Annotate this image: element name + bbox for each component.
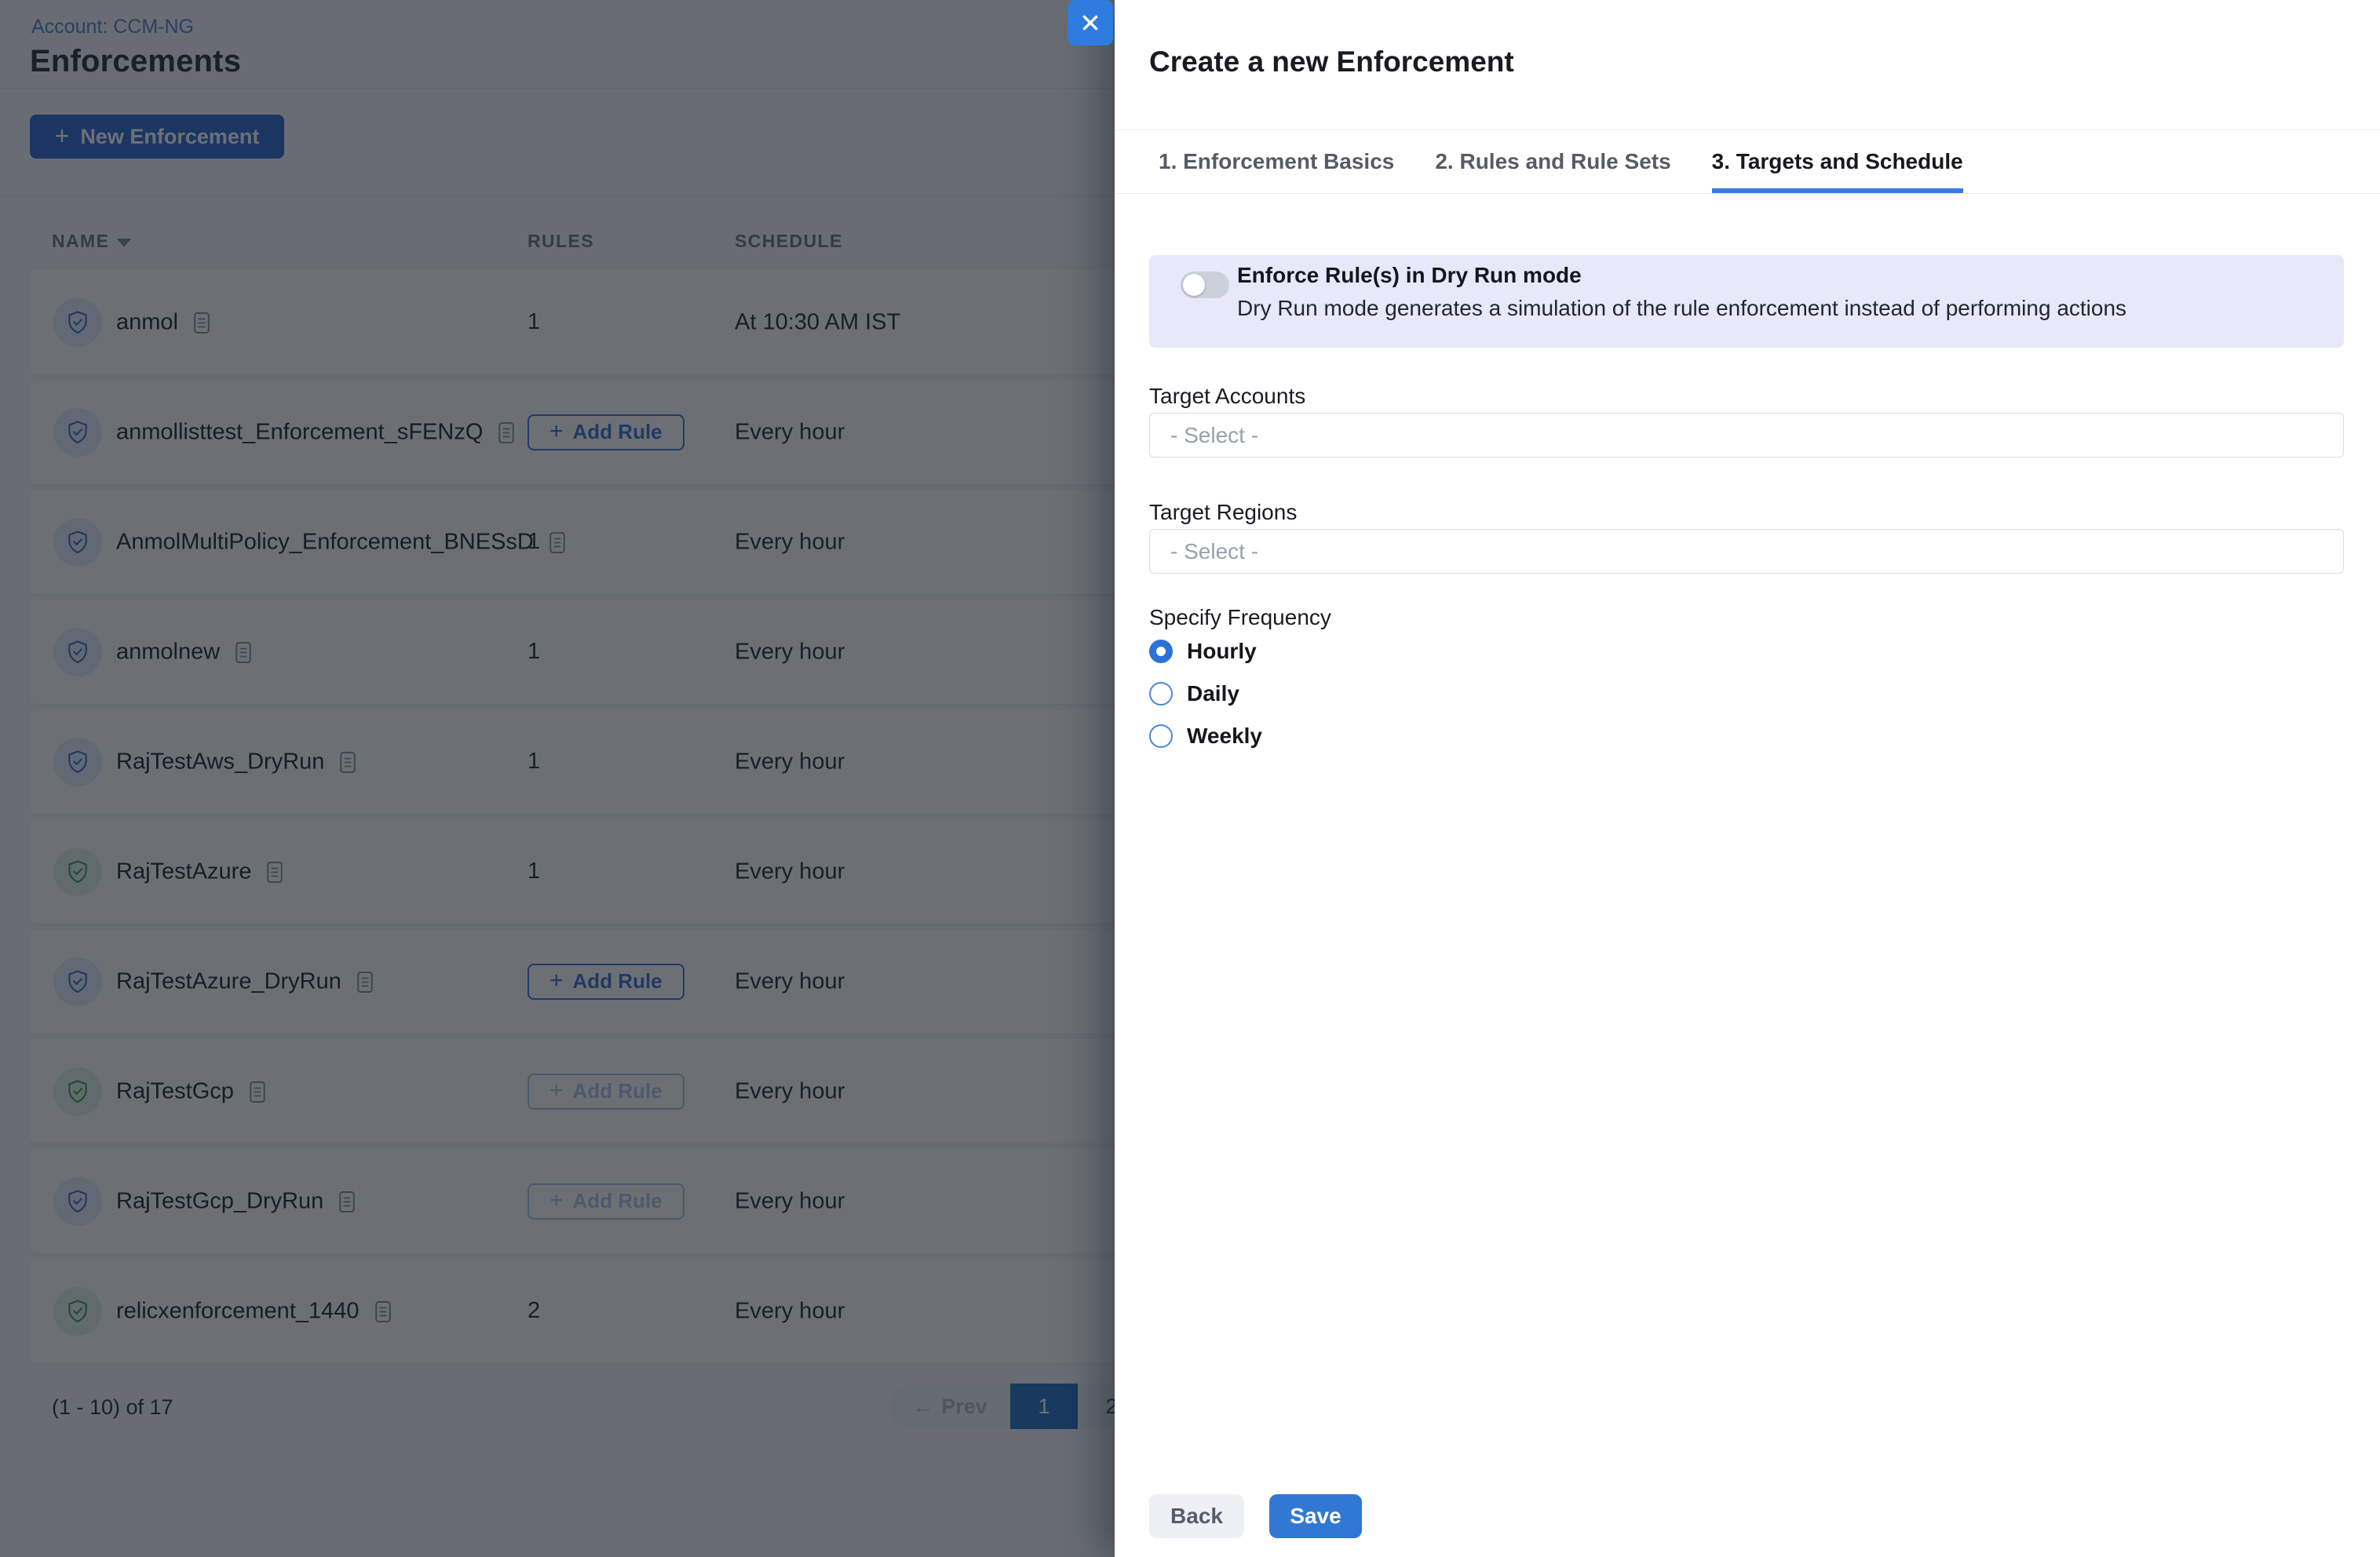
tab-step-1[interactable]: 1. Enforcement Basics bbox=[1159, 130, 1394, 193]
target-regions-label: Target Regions bbox=[1149, 500, 1297, 525]
toggle-knob bbox=[1183, 274, 1205, 296]
tab-step-2[interactable]: 2. Rules and Rule Sets bbox=[1435, 130, 1670, 193]
radio-selected-icon[interactable] bbox=[1149, 640, 1173, 663]
target-accounts-label: Target Accounts bbox=[1149, 384, 1305, 409]
dry-run-description: Dry Run mode generates a simulation of t… bbox=[1237, 296, 2126, 321]
radio-icon[interactable] bbox=[1149, 724, 1173, 748]
close-drawer-button[interactable] bbox=[1068, 0, 1113, 46]
frequency-option-weekly[interactable]: Weekly bbox=[1149, 724, 1262, 748]
drawer-body: Enforce Rule(s) in Dry Run mode Dry Run … bbox=[1149, 195, 2344, 1557]
drawer-title: Create a new Enforcement bbox=[1149, 46, 1514, 78]
screen: Account: CCM-NG Enforcements + New Enfor… bbox=[0, 0, 2380, 1557]
close-icon bbox=[1080, 13, 1101, 33]
dry-run-title: Enforce Rule(s) in Dry Run mode bbox=[1237, 263, 1582, 288]
frequency-option-daily[interactable]: Daily bbox=[1149, 682, 1262, 706]
save-button[interactable]: Save bbox=[1269, 1494, 1362, 1538]
tab-step-3[interactable]: 3. Targets and Schedule bbox=[1712, 130, 1963, 193]
back-button[interactable]: Back bbox=[1149, 1494, 1244, 1538]
target-regions-select[interactable]: - Select - bbox=[1149, 529, 2344, 574]
radio-label: Hourly bbox=[1187, 639, 1257, 664]
dry-run-toggle[interactable] bbox=[1181, 272, 1229, 298]
target-accounts-select[interactable]: - Select - bbox=[1149, 413, 2344, 458]
radio-label: Weekly bbox=[1187, 724, 1262, 749]
radio-icon[interactable] bbox=[1149, 682, 1173, 706]
wizard-tabs: 1. Enforcement Basics 2. Rules and Rule S… bbox=[1115, 129, 2380, 194]
frequency-radio-group: Hourly Daily Weekly bbox=[1149, 640, 1262, 767]
dry-run-banner: Enforce Rule(s) in Dry Run mode Dry Run … bbox=[1149, 255, 2344, 348]
radio-label: Daily bbox=[1187, 681, 1239, 706]
frequency-option-hourly[interactable]: Hourly bbox=[1149, 640, 1262, 663]
create-enforcement-drawer: Create a new Enforcement 1. Enforcement … bbox=[1115, 0, 2380, 1557]
drawer-footer: Back Save bbox=[1149, 1494, 1362, 1538]
specify-frequency-label: Specify Frequency bbox=[1149, 605, 1331, 630]
